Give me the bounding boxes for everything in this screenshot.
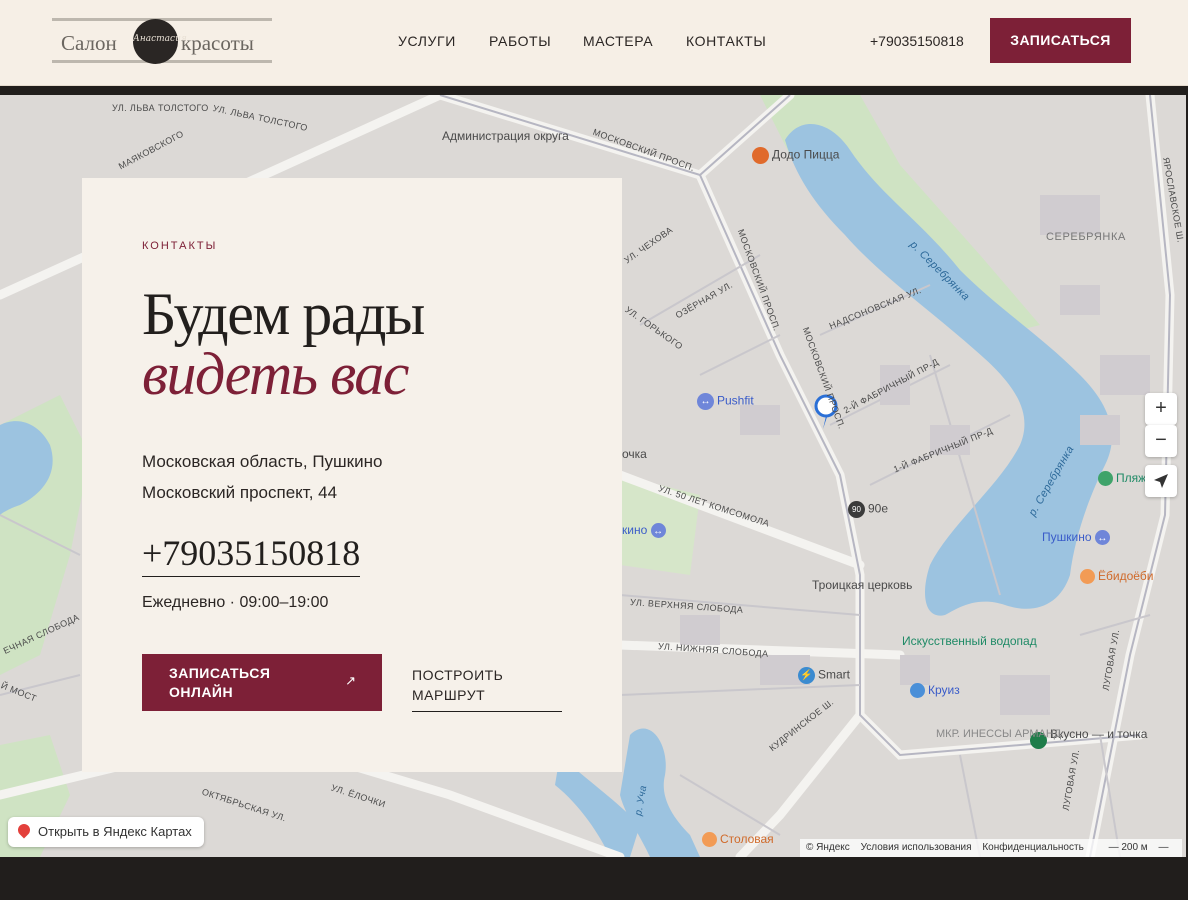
opening-hours: Ежедневно · 09:00–19:00 xyxy=(142,594,329,611)
map-poi-vodopad[interactable]: Искусственный водопад xyxy=(902,635,1037,648)
shop-icon xyxy=(910,683,925,699)
map-poi-ebidoebi[interactable]: Ёбидоёби xyxy=(1080,569,1154,585)
logo-text-left: Салон xyxy=(61,31,117,55)
logo-script: Анастасия xyxy=(133,34,187,44)
beach-icon xyxy=(1098,471,1113,487)
map-poi-stolovaya[interactable]: Столовая xyxy=(702,832,774,848)
privacy-link[interactable]: Конфиденциальность xyxy=(982,842,1083,853)
address-region: Московская область, Пушкино xyxy=(142,452,383,471)
map-poi-pushfit[interactable]: ↔ Pushfit xyxy=(697,393,754,410)
map-label-ochka: очка xyxy=(622,447,647,461)
open-in-yandex-button[interactable]: Открыть в Яндекс Картах xyxy=(8,817,204,847)
bar-icon: 90 xyxy=(848,501,865,518)
logo-text-right: красоты xyxy=(181,31,254,55)
header-book-button[interactable]: ЗАПИСАТЬСЯ xyxy=(990,18,1131,63)
navigation-arrow-icon xyxy=(1154,474,1168,488)
scale-bar: — 200 м — xyxy=(1108,842,1169,853)
map-poi-smart[interactable]: ⚡ Smart xyxy=(798,667,850,684)
pizza-icon xyxy=(752,147,769,164)
zoom-in-button[interactable]: + xyxy=(1145,393,1177,425)
header-phone-link[interactable]: +79035150818 xyxy=(870,33,964,49)
map-poi-troitskaya[interactable]: Троицкая церковь xyxy=(812,579,912,592)
nav-services[interactable]: УСЛУГИ xyxy=(398,33,456,49)
logo[interactable]: Салон Анастасия красоты xyxy=(52,18,272,64)
arrow-up-right-icon: ↗ xyxy=(345,673,356,688)
heading-line-1: Будем рады xyxy=(142,281,425,347)
map-pin-icon xyxy=(15,821,33,839)
copyright-yandex[interactable]: © Яндекс xyxy=(806,842,850,853)
zoom-out-button[interactable]: − xyxy=(1145,425,1177,457)
nav-masters[interactable]: МАСТЕРА xyxy=(583,33,653,49)
fitness-icon: ↔ xyxy=(650,523,666,539)
map-label-mkr: МКР. ИНЕССЫ АРМАНД xyxy=(936,728,1062,740)
book-online-label: ЗАПИСАТЬСЯ ОНЛАЙН xyxy=(169,665,271,700)
section-eyebrow: КОНТАКТЫ xyxy=(142,240,218,252)
restaurant-icon xyxy=(1080,569,1095,585)
address-street: Московский проспект, 44 xyxy=(142,483,338,502)
street-tolstogo: УЛ. ЛЬВА ТОЛСТОГО xyxy=(112,103,209,113)
logo-emblem: Анастасия xyxy=(133,19,187,64)
fitness-icon: ↔ xyxy=(697,393,714,410)
map-poi-dodo[interactable]: Додо Пицца xyxy=(752,147,839,164)
book-online-button[interactable]: ЗАПИСАТЬСЯ ОНЛАЙН ↗ xyxy=(142,654,382,711)
contact-card: КОНТАКТЫ Будем рады видеть вас Московска… xyxy=(82,178,622,772)
map-poi-pushkino-right[interactable]: Пушкино ↔ xyxy=(1042,530,1113,546)
map-label-admin[interactable]: Администрация округа xyxy=(442,129,569,143)
fitness-icon: ↔ xyxy=(1094,530,1110,546)
site-header: Салон Анастасия красоты УСЛУГИ РАБОТЫ МА… xyxy=(0,0,1188,86)
cafe-icon xyxy=(702,832,717,848)
terms-link[interactable]: Условия использования xyxy=(861,842,972,853)
map-poi-plyazh[interactable]: Пляж xyxy=(1098,471,1146,487)
map-poi-pushkino-left[interactable]: кино ↔ xyxy=(622,523,669,539)
build-route-button[interactable]: ПОСТРОИТЬ МАРШРУТ xyxy=(412,665,562,712)
map-poi-kruiz[interactable]: Круиз xyxy=(910,683,960,699)
lightning-icon: ⚡ xyxy=(798,667,815,684)
contact-phone-link[interactable]: +79035150818 xyxy=(142,532,361,577)
geolocation-button[interactable] xyxy=(1145,465,1177,497)
heading-line-2: видеть вас xyxy=(142,341,409,407)
footer-strip xyxy=(0,857,1188,900)
map-poi-90e[interactable]: 90 90е xyxy=(848,501,888,518)
nav-works[interactable]: РАБОТЫ xyxy=(489,33,551,49)
map-label-serebryanka: СЕРЕБРЯНКА xyxy=(1046,231,1126,243)
nav-contacts[interactable]: КОНТАКТЫ xyxy=(686,33,766,49)
map-copyright: © Яндекс Условия использования Конфиденц… xyxy=(800,839,1183,857)
